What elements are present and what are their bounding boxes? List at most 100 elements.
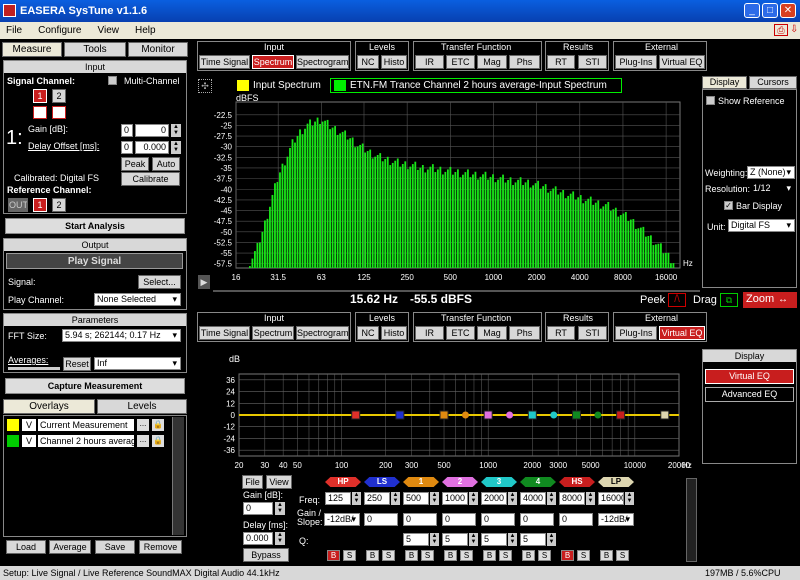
- eq-band-freq-field[interactable]: 8000: [559, 492, 585, 505]
- eq-band-bypass-button[interactable]: B: [483, 550, 496, 561]
- eq-band-gain-field[interactable]: 0: [442, 513, 476, 526]
- eq-band-q-field[interactable]: 5: [481, 533, 507, 546]
- menu-file[interactable]: File: [6, 25, 22, 36]
- remove-button[interactable]: Remove: [139, 540, 182, 554]
- show-reference-checkbox[interactable]: [706, 96, 715, 105]
- reset-button[interactable]: Reset: [63, 357, 91, 371]
- eq-band-q-field[interactable]: 5: [403, 533, 429, 546]
- spectrum-chart[interactable]: -22.5-25 -27.5 -30-32.5 -35 -37.5-40 -42.5 -45…: [196, 94, 700, 290]
- unit-select[interactable]: Digital FS: [728, 219, 795, 232]
- eq-band-bypass-button[interactable]: B: [561, 550, 574, 561]
- overlay-options-1[interactable]: ...: [137, 419, 149, 431]
- eq-band-q-field[interactable]: 5: [442, 533, 468, 546]
- eq-band-tab-ls[interactable]: LS: [364, 477, 400, 487]
- average-button[interactable]: Average: [49, 540, 91, 554]
- eq-vertical-scrollbar[interactable]: [686, 478, 697, 562]
- tab-measure[interactable]: Measure: [2, 42, 62, 57]
- eq-band-gain-field[interactable]: 0: [520, 513, 554, 526]
- printer-icon[interactable]: ⎙: [774, 24, 788, 36]
- eq-band-bypass-button[interactable]: B: [327, 550, 340, 561]
- drag-label[interactable]: Drag: [693, 294, 717, 306]
- top-spectrogram-button[interactable]: Spectrogram: [296, 55, 349, 69]
- peak-button[interactable]: Peak: [121, 157, 149, 171]
- play-signal-button[interactable]: Play Signal: [6, 253, 183, 269]
- eq-delay-stepper[interactable]: ▲ ▼: [275, 532, 285, 545]
- menu-help[interactable]: Help: [135, 25, 156, 36]
- eq-band-gain-field[interactable]: 0: [559, 513, 593, 526]
- eq-band-freq-field[interactable]: 2000: [481, 492, 507, 505]
- calibrate-button[interactable]: Calibrate: [121, 172, 180, 186]
- top-phs-button[interactable]: Phs: [509, 55, 540, 69]
- play-channel-select[interactable]: None Selected: [94, 293, 181, 306]
- advanced-eq-button[interactable]: Advanced EQ: [705, 387, 794, 402]
- eq-band-freq-stepper[interactable]: ▲ ▼: [352, 492, 361, 505]
- delay-stepper[interactable]: ▲ ▼: [171, 141, 181, 154]
- eq-band-freq-stepper[interactable]: ▲ ▼: [391, 492, 400, 505]
- fft-size-select[interactable]: 5.94 s; 262144; 0.17 Hz: [62, 329, 181, 342]
- eq-delay-field[interactable]: 0.000: [243, 532, 273, 545]
- eq-band-tab-3[interactable]: 3: [481, 477, 517, 487]
- top-plugins-button[interactable]: Plug-Ins: [615, 55, 657, 69]
- eq-band-q-stepper[interactable]: ▲ ▼: [547, 533, 556, 546]
- eq-gain-stepper[interactable]: ▲ ▼: [275, 502, 285, 515]
- top-rt-button[interactable]: RT: [547, 55, 575, 69]
- reference-channel-2-button[interactable]: 2: [52, 198, 66, 212]
- top-etc-button[interactable]: ETC: [446, 55, 475, 69]
- capture-measurement-button[interactable]: Capture Measurement: [5, 378, 185, 394]
- start-analysis-button[interactable]: Start Analysis: [5, 218, 185, 234]
- eq-band-q-stepper[interactable]: ▲ ▼: [469, 533, 478, 546]
- eq-band-q-field[interactable]: 5: [520, 533, 546, 546]
- eq-band-q-stepper[interactable]: ▲ ▼: [430, 533, 439, 546]
- tab-cursors[interactable]: Cursors: [749, 76, 797, 89]
- bottom-time-signal-button[interactable]: Time Signal: [199, 326, 250, 340]
- zoom-icon[interactable]: ↔: [778, 294, 788, 305]
- eq-band-freq-field[interactable]: 16000: [598, 492, 624, 505]
- eq-band-gain-field[interactable]: -12dB/: [324, 513, 360, 526]
- overlay-visible-toggle-2[interactable]: V: [22, 435, 36, 447]
- tab-display[interactable]: Display: [702, 76, 747, 89]
- resolution-select[interactable]: 1/12: [750, 182, 795, 195]
- overlays-scrollbar[interactable]: [172, 417, 184, 535]
- eq-band-gain-field[interactable]: -12dB/: [598, 513, 634, 526]
- eq-band-q-stepper[interactable]: ▲ ▼: [508, 533, 517, 546]
- bypass-button[interactable]: Bypass: [243, 548, 289, 562]
- bottom-rt-button[interactable]: RT: [547, 326, 575, 340]
- bottom-etc-button[interactable]: ETC: [446, 326, 475, 340]
- overlay-lock-icon-2[interactable]: 🔒: [152, 435, 164, 447]
- eq-band-solo-button[interactable]: S: [577, 550, 590, 561]
- eq-curve-chart[interactable]: 36 24 12 0 -12 -24 -3620 30 40 50 100 200 300 500 1000…: [196, 352, 700, 472]
- eq-band-bypass-button[interactable]: B: [444, 550, 457, 561]
- bottom-plugins-button[interactable]: Plug-Ins: [615, 326, 657, 340]
- overlay-color-swatch-1[interactable]: [7, 419, 19, 431]
- play-cursor-icon[interactable]: ▶: [198, 275, 210, 289]
- eq-band-tab-2[interactable]: 2: [442, 477, 478, 487]
- bottom-mag-button[interactable]: Mag: [477, 326, 507, 340]
- bottom-spectrogram-button[interactable]: Spectrogram: [296, 326, 349, 340]
- top-time-signal-button[interactable]: Time Signal: [199, 55, 250, 69]
- delay-offset-field[interactable]: 0.000: [135, 141, 169, 154]
- eq-band-solo-button[interactable]: S: [460, 550, 473, 561]
- overlay-name-1[interactable]: Current Measurement: [38, 419, 134, 431]
- eq-band-gain-field[interactable]: 0: [364, 513, 398, 526]
- gain-stepper[interactable]: ▲ ▼: [171, 124, 181, 137]
- overlay-options-2[interactable]: ...: [137, 435, 149, 447]
- averages-select[interactable]: Inf: [94, 357, 181, 370]
- eq-band-bypass-button[interactable]: B: [522, 550, 535, 561]
- overlay-lock-icon-1[interactable]: 🔒: [152, 419, 164, 431]
- delay-channel-field[interactable]: 0: [121, 141, 133, 154]
- eq-band-bypass-button[interactable]: B: [405, 550, 418, 561]
- maximize-button[interactable]: □: [762, 3, 778, 18]
- eq-view-button[interactable]: View: [266, 475, 292, 489]
- peek-label[interactable]: Peek: [640, 294, 665, 306]
- tab-tools[interactable]: Tools: [64, 42, 126, 57]
- bottom-virtual-eq-button[interactable]: Virtual EQ: [659, 326, 705, 340]
- drag-icon[interactable]: ⧉: [720, 293, 738, 307]
- top-histo-button[interactable]: Histo: [381, 55, 407, 69]
- eq-band-freq-field[interactable]: 125: [325, 492, 351, 505]
- tab-levels[interactable]: Levels: [97, 399, 187, 414]
- eq-band-freq-stepper[interactable]: ▲ ▼: [508, 492, 517, 505]
- top-mag-button[interactable]: Mag: [477, 55, 507, 69]
- overlay-color-swatch-2[interactable]: [7, 435, 19, 447]
- eq-band-freq-stepper[interactable]: ▲ ▼: [547, 492, 556, 505]
- signal-channel-1-button[interactable]: 1: [33, 89, 47, 103]
